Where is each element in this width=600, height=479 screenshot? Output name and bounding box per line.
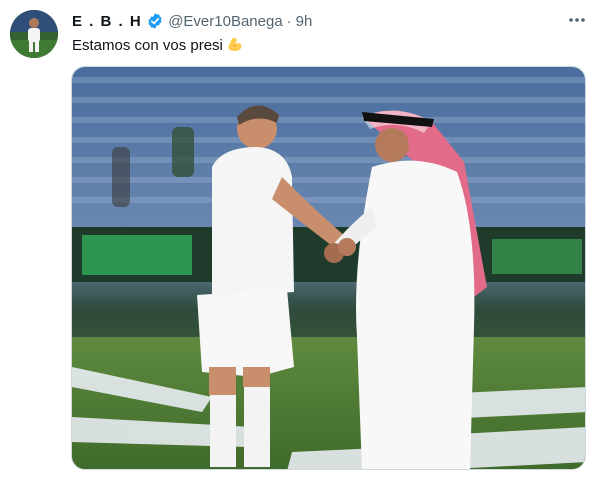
tweet-text-content: Estamos con vos presi: [72, 37, 223, 54]
tweet-header: E . B . H @Ever10Banega · 9h: [72, 11, 312, 31]
display-name[interactable]: E . B . H: [72, 13, 142, 30]
timestamp[interactable]: 9h: [296, 13, 313, 30]
tweet-photo[interactable]: [71, 66, 586, 470]
flexed-biceps-icon: [226, 35, 244, 53]
separator-dot: ·: [286, 12, 292, 30]
tweet[interactable]: E . B . H @Ever10Banega · 9h Estamos con…: [0, 0, 600, 479]
avatar[interactable]: [10, 10, 58, 58]
tweet-text: Estamos con vos presi: [72, 35, 244, 56]
user-handle[interactable]: @Ever10Banega: [168, 13, 282, 30]
verified-badge-icon: [146, 12, 164, 30]
more-options-icon[interactable]: [564, 9, 590, 31]
